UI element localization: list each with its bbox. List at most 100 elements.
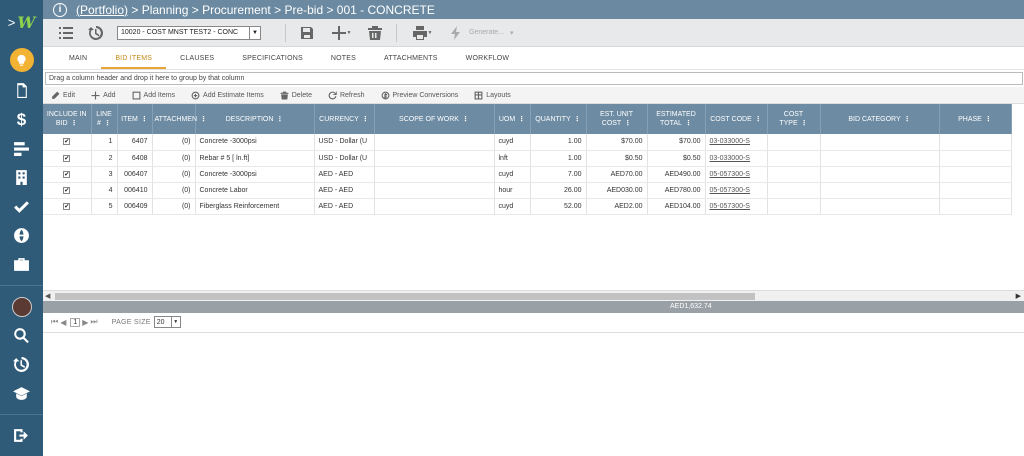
expand-arrow-icon[interactable]: >	[8, 15, 16, 30]
sidebar-item-portfolio[interactable]	[0, 250, 43, 279]
column-menu-icon[interactable]: ⋮	[755, 116, 762, 123]
column-header[interactable]: EST. UNIT COST ⋮	[586, 104, 648, 134]
column-header[interactable]: BID CATEGORY ⋮	[820, 104, 940, 134]
add-button[interactable]: ▼	[328, 24, 354, 42]
sidebar-item-global[interactable]	[0, 221, 43, 250]
delete-button[interactable]	[366, 24, 384, 42]
add-items-button[interactable]: Add Items	[132, 91, 175, 100]
preview-conversions-button[interactable]: Preview Conversions	[381, 91, 458, 100]
column-menu-icon[interactable]: ⋮	[104, 120, 111, 127]
column-header[interactable]: COST TYPE ⋮	[767, 104, 821, 134]
column-menu-icon[interactable]: ⋮	[71, 120, 78, 127]
cell-cost-code[interactable]: 05-057300-S	[705, 182, 768, 199]
tab-clauses[interactable]: CLAUSES	[166, 55, 228, 69]
horizontal-scrollbar[interactable]: ◀ ▶	[43, 289, 1024, 301]
cell-cost-code[interactable]: 03-033000-S	[705, 150, 768, 167]
tab-workflow[interactable]: WORKFLOW	[452, 55, 524, 69]
delete-row-button[interactable]: Delete	[280, 91, 312, 100]
prev-page-icon[interactable]: ◀	[60, 318, 66, 327]
cell-uom: hour	[494, 182, 531, 199]
cell-cost-code[interactable]: 03-033000-S	[705, 134, 768, 151]
column-menu-icon[interactable]: ⋮	[518, 116, 525, 123]
last-page-icon[interactable]: ⏭	[90, 317, 97, 327]
history-button[interactable]	[87, 24, 105, 42]
tab-attachments[interactable]: ATTACHMENTS	[370, 55, 452, 69]
sidebar-item-tasks[interactable]	[0, 192, 43, 221]
column-header[interactable]: CURRENCY ⋮	[314, 104, 375, 134]
list-view-button[interactable]	[57, 24, 75, 42]
sidebar-item-schedule[interactable]	[0, 134, 43, 163]
sidebar-item-learning[interactable]	[0, 379, 43, 408]
column-header[interactable]: PHASE ⋮	[939, 104, 1012, 134]
save-button[interactable]	[298, 24, 316, 42]
column-menu-icon[interactable]: ⋮	[985, 116, 992, 123]
column-menu-icon[interactable]: ⋮	[141, 116, 148, 123]
column-menu-icon[interactable]: ⋮	[362, 116, 369, 123]
cell-cost-code[interactable]: 05-057300-S	[705, 198, 768, 215]
chevron-down-icon[interactable]: ▾	[510, 29, 514, 37]
column-header[interactable]: LINE # ⋮	[91, 104, 118, 134]
column-header[interactable]: INCLUDE IN BID ⋮	[43, 104, 92, 134]
scrollbar-thumb[interactable]	[55, 292, 755, 300]
sidebar-item-logout[interactable]	[0, 421, 43, 450]
table-row[interactable]: ✔ 3 006407 (0) Concrete -3000psi AED - AED cuy…	[43, 166, 1012, 183]
tab-notes[interactable]: NOTES	[317, 55, 370, 69]
sidebar-item-profile[interactable]	[0, 292, 43, 321]
cell-phase	[939, 166, 1012, 183]
tab-main[interactable]: MAIN	[55, 55, 101, 69]
column-header[interactable]: QUANTITY ⋮	[530, 104, 587, 134]
sidebar-item-documents[interactable]	[0, 76, 43, 105]
add-row-button[interactable]: Add	[91, 91, 116, 100]
include-in-bid-checkbox[interactable]: ✔	[63, 186, 71, 194]
sidebar-item-history[interactable]	[0, 350, 43, 379]
sidebar-item-buildings[interactable]	[0, 163, 43, 192]
column-menu-icon[interactable]: ⋮	[904, 116, 911, 123]
table-row[interactable]: ✔ 5 006409 (0) Fiberglass Reinforcement AED -…	[43, 198, 1012, 215]
first-page-icon[interactable]: ⏮	[51, 317, 58, 327]
column-header[interactable]: SCOPE OF WORK ⋮	[374, 104, 495, 134]
sidebar-item-costs[interactable]: $	[0, 105, 43, 134]
layouts-button[interactable]: Layouts	[474, 91, 511, 100]
column-menu-icon[interactable]: ⋮	[801, 120, 808, 127]
column-menu-icon[interactable]: ⋮	[624, 120, 631, 127]
print-button[interactable]: ▼	[409, 24, 435, 42]
column-menu-icon[interactable]: ⋮	[574, 116, 581, 123]
add-estimate-items-button[interactable]: Add Estimate Items	[191, 91, 264, 100]
column-header[interactable]: COST CODE ⋮	[705, 104, 768, 134]
column-header[interactable]: ATTACHMEN ⋮	[152, 104, 207, 134]
column-header[interactable]: UOM ⋮	[494, 104, 531, 134]
current-page[interactable]: 1	[70, 317, 81, 327]
table-row[interactable]: ✔ 4 006410 (0) Concrete Labor AED - AED hour 26…	[43, 182, 1012, 199]
group-by-drop-area[interactable]: Drag a column header and drop it here to…	[45, 72, 1023, 85]
column-menu-icon[interactable]: ⋮	[462, 116, 469, 123]
cell-cost-code[interactable]: 05-057300-S	[705, 166, 768, 183]
edit-button[interactable]: Edit	[51, 91, 75, 100]
column-header[interactable]: DESCRIPTION ⋮	[195, 104, 315, 134]
include-in-bid-checkbox[interactable]: ✔	[63, 170, 71, 178]
scroll-left-arrow-icon[interactable]: ◀	[45, 292, 50, 300]
include-in-bid-checkbox[interactable]: ✔	[63, 138, 71, 146]
scroll-right-arrow-icon[interactable]: ▶	[1016, 292, 1021, 300]
column-menu-icon[interactable]: ⋮	[200, 116, 207, 123]
info-icon[interactable]: i	[53, 2, 67, 17]
column-menu-icon[interactable]: ⋮	[685, 120, 692, 127]
column-menu-icon[interactable]: ⋮	[276, 116, 283, 123]
refresh-button[interactable]: Refresh	[328, 91, 365, 100]
include-in-bid-checkbox[interactable]: ✔	[63, 202, 71, 210]
page-size-select[interactable]: 20 ▼	[153, 316, 181, 328]
cell-total: AED780.00	[647, 182, 706, 199]
column-header[interactable]: ITEM ⋮	[117, 104, 153, 134]
app-logo[interactable]: > W	[0, 0, 43, 44]
tab-bid-items[interactable]: BID ITEMS	[101, 55, 167, 69]
include-in-bid-checkbox[interactable]: ✔	[63, 154, 71, 162]
table-row[interactable]: ✔ 2 6408 (0) Rebar # 5 [ ln.ft] USD - Dollar …	[43, 150, 1012, 167]
generate-button[interactable]: Generate...	[469, 29, 504, 36]
sidebar-item-search[interactable]	[0, 321, 43, 350]
table-row[interactable]: ✔ 1 6407 (0) Concrete -3000psi USD - Dollar (…	[43, 134, 1012, 151]
project-select[interactable]: 10020 - COST MNST TEST2 - CONC ▼	[117, 25, 261, 40]
breadcrumb-portfolio-link[interactable]: (Portfolio)	[76, 3, 128, 17]
sidebar-item-ideas[interactable]	[0, 44, 43, 76]
column-header[interactable]: ESTIMATED TOTAL ⋮	[647, 104, 706, 134]
tab-specifications[interactable]: SPECIFICATIONS	[228, 55, 317, 69]
next-page-icon[interactable]: ▶	[82, 318, 88, 327]
